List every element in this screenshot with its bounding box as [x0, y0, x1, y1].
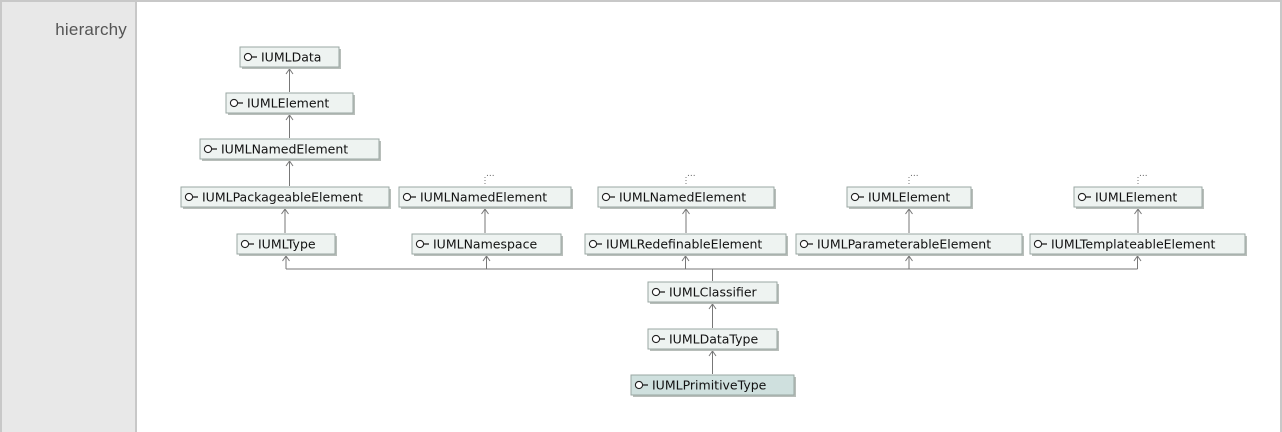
interface-node[interactable]: IUMLNamedElement: [398, 186, 573, 209]
interface-node[interactable]: IUMLPrimitiveType: [630, 374, 796, 397]
interface-node[interactable]: IUMLTemplateableElement: [1029, 233, 1247, 256]
hierarchy-frame: hierarchy ............ IUMLData IUMLElemen…: [0, 0, 1282, 432]
interface-name: IUMLClassifier: [669, 285, 758, 300]
more-ancestors-marker[interactable]: ...: [484, 169, 495, 186]
interface-node[interactable]: IUMLNamespace: [411, 233, 563, 256]
interface-name: IUMLType: [258, 237, 316, 252]
interface-name: IUMLData: [261, 50, 321, 65]
interface-node[interactable]: IUMLType: [236, 233, 337, 256]
interface-node[interactable]: IUMLRedefinableElement: [584, 233, 788, 256]
interface-name: IUMLElement: [1095, 190, 1177, 205]
interface-node[interactable]: IUMLElement: [225, 92, 355, 115]
more-ancestors-text: ...: [1139, 169, 1148, 179]
interface-name: IUMLPackageableElement: [202, 190, 363, 205]
interface-node[interactable]: IUMLData: [239, 46, 341, 69]
interface-name: IUMLNamedElement: [619, 190, 746, 205]
more-ancestors-text: ...: [486, 169, 495, 179]
interface-node[interactable]: IUMLClassifier: [647, 281, 779, 304]
hierarchy-label: hierarchy: [55, 20, 127, 39]
interface-name: IUMLRedefinableElement: [606, 237, 762, 252]
interface-node[interactable]: IUMLPackageableElement: [180, 186, 391, 209]
interface-name: IUMLNamespace: [433, 237, 537, 252]
more-ancestors-text: ...: [687, 169, 696, 179]
more-ancestors-marker[interactable]: ...: [685, 169, 696, 186]
more-ancestors-marker[interactable]: ...: [1137, 169, 1148, 186]
more-ancestors-text: ...: [910, 169, 919, 179]
interface-node[interactable]: IUMLElement: [846, 186, 973, 209]
interface-node[interactable]: IUMLParameterableElement: [795, 233, 1024, 256]
interface-name: IUMLDataType: [669, 332, 758, 347]
interface-node[interactable]: IUMLDataType: [647, 328, 779, 351]
interface-name: IUMLNamedElement: [420, 190, 547, 205]
interface-name: IUMLPrimitiveType: [652, 378, 767, 393]
interface-name: IUMLTemplateableElement: [1051, 237, 1216, 252]
interface-name: IUMLNamedElement: [221, 142, 348, 157]
hierarchy-diagram: ............ IUMLData IUMLElement IUMLNamed…: [137, 2, 1280, 432]
interface-name: IUMLElement: [247, 96, 329, 111]
interface-node[interactable]: IUMLNamedElement: [199, 138, 381, 161]
interface-name: IUMLElement: [868, 190, 950, 205]
hierarchy-svg: ......... ... IUMLData IUMLElement IUMLNamed…: [180, 46, 1247, 397]
interface-node[interactable]: IUMLNamedElement: [597, 186, 776, 209]
hierarchy-label-cell: hierarchy: [2, 2, 135, 432]
interface-name: IUMLParameterableElement: [817, 237, 991, 252]
interface-node[interactable]: IUMLElement: [1073, 186, 1204, 209]
more-ancestors-marker[interactable]: ...: [908, 169, 919, 186]
